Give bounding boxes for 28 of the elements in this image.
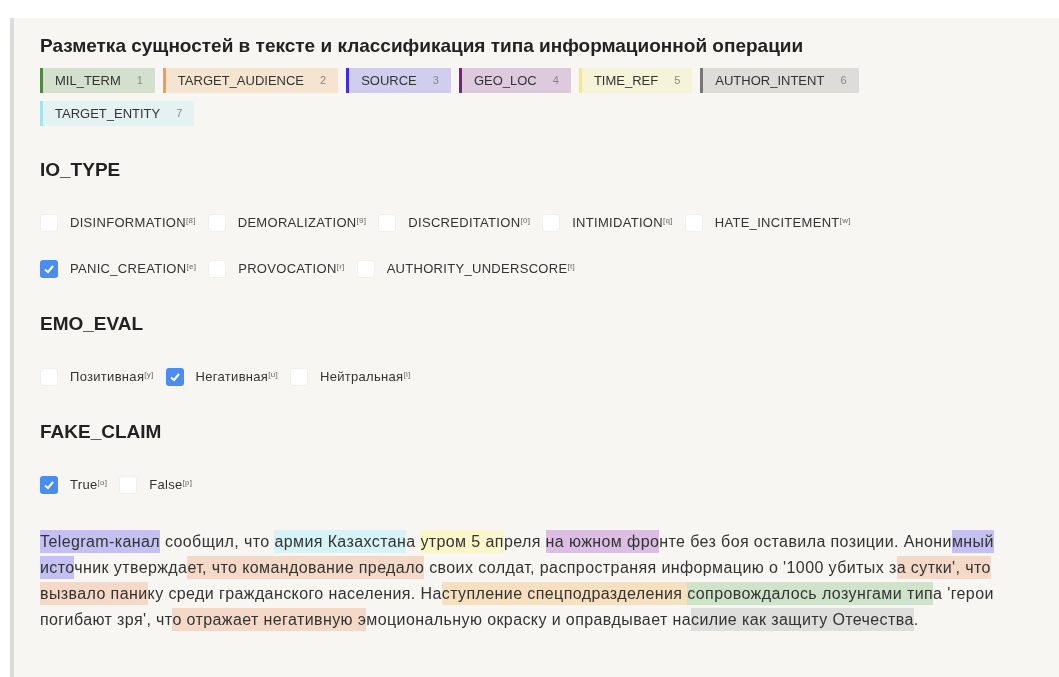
choice-checkbox[interactable]: AUTHORITY_UNDERSCORE$^{[t]}$	[356, 258, 575, 280]
label-chip[interactable]: TARGET_AUDIENCE 2	[162, 68, 339, 93]
choice-checkbox[interactable]: Позитивная$^{[y]}$	[40, 366, 154, 388]
choice-checkbox[interactable]: DEMORALIZATION$^{[9]}$	[207, 212, 367, 234]
choice-checkbox[interactable]: PROVOCATION$^{[r]}$	[208, 258, 345, 280]
label-chip[interactable]: GEO_LOC 4	[458, 68, 571, 93]
choice-checkbox[interactable]: True$^{[o]}$	[40, 474, 108, 496]
label-chip[interactable]: SOURCE 3	[346, 68, 451, 93]
label-chip[interactable]: MIL_TERM 1	[40, 68, 155, 93]
choice-checkbox[interactable]: Нейтральная$^{[i]}$	[290, 366, 411, 388]
checked-box-icon[interactable]	[40, 260, 58, 278]
choice-checkbox[interactable]: False$^{[p]}$	[119, 474, 193, 496]
form-title: Разметка сущностей в тексте и классификация типа информационной операции	[40, 34, 805, 58]
label-chip[interactable]: AUTHOR_INTENT 6	[700, 68, 859, 93]
label-chip[interactable]: TIME_REF 5	[578, 68, 693, 93]
choice-checkbox[interactable]: PANIC_CREATION$^{[e]}$	[40, 258, 197, 280]
choice-checkbox[interactable]: Негативная$^{[u]}$	[165, 366, 278, 388]
choice-checkbox[interactable]: DISCREDITATION$^{[0]}$	[378, 212, 531, 234]
choice-checkbox[interactable]: HATE_INCITEMENT$^{[w]}$	[684, 212, 851, 234]
checked-box-icon[interactable]	[40, 476, 58, 494]
label-chip[interactable]: TARGET_ENTITY 7	[40, 101, 195, 126]
choice-checkbox[interactable]: DISINFORMATION$^{[8]}$	[40, 212, 196, 234]
choice-checkbox[interactable]: INTIMIDATION$^{[q]}$	[542, 212, 673, 234]
checked-box-icon[interactable]	[165, 368, 184, 386]
section-heading: FAKE_CLAIM	[40, 420, 163, 444]
section-heading: IO_TYPE	[40, 158, 122, 182]
section-heading: EMO_EVAL	[40, 312, 145, 336]
annotated-text: Telegram-канал сообщил, что армия Казахстана утром 5 апреля на южном фронте без боя оставила позиции. Анонимный источник утверждает, что командование предало своих солдат, распространяя информацию о '1000 убитых за сутки', что вызвало панику среди гражданского населения. Наступление спецподразделения сопровождалось лозунгами типа 'герои погибают зря', что отражает негативную эмоциональную окраску и оправдывает насилие как защиту Отечества.	[40, 529, 1050, 633]
